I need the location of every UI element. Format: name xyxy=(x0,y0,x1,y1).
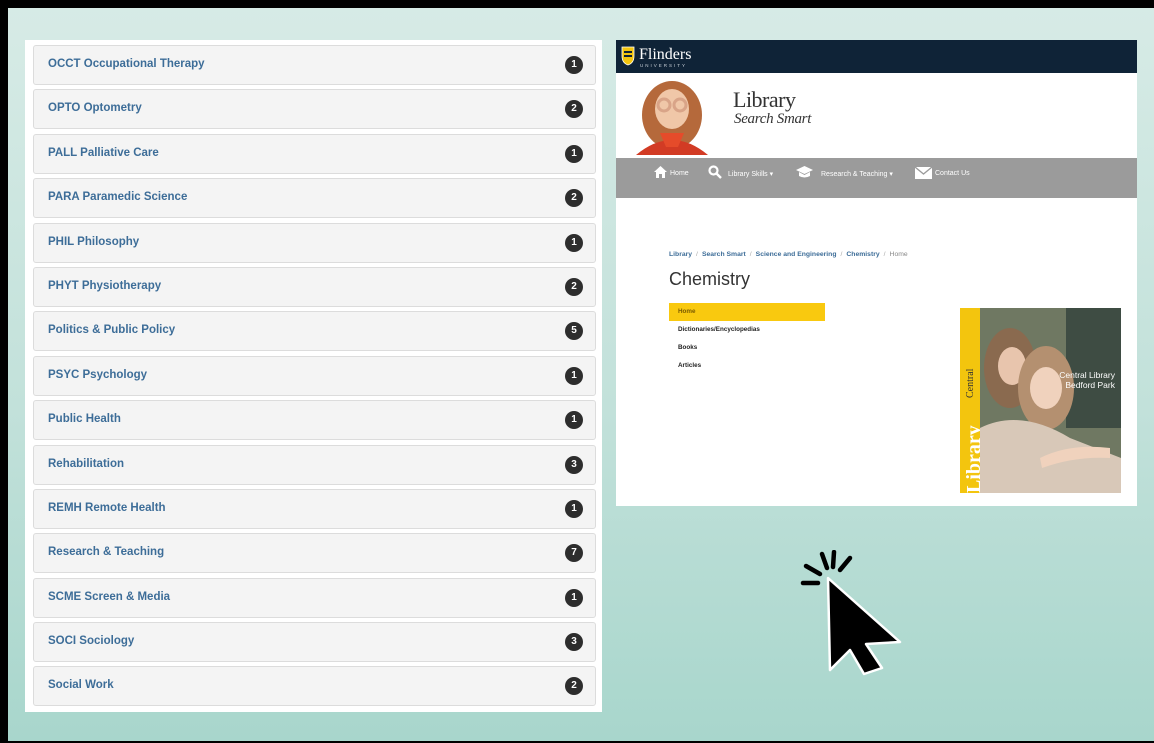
central-library-photo: Central Library Central Library Bedford … xyxy=(960,308,1121,493)
count-badge: 7 xyxy=(565,544,583,563)
brand-name[interactable]: Flinders xyxy=(639,46,691,64)
university-crest-icon xyxy=(621,46,635,66)
count-badge: 5 xyxy=(565,322,583,341)
count-badge: 1 xyxy=(565,366,583,385)
click-cursor-icon xyxy=(800,550,902,676)
subject-label: Research & Teaching xyxy=(48,546,165,559)
nav-home[interactable]: Home xyxy=(670,170,689,177)
breadcrumb-chemistry[interactable]: Chemistry xyxy=(846,251,879,258)
list-item[interactable]: PARA Paramedic Science 2 xyxy=(33,178,596,219)
list-item[interactable]: Rehabilitation 3 xyxy=(33,444,596,485)
subject-label: OCCT Occupational Therapy xyxy=(48,58,205,70)
nav-research-label: Research & Teaching xyxy=(821,171,888,178)
subject-label: SCME Screen & Media xyxy=(48,590,171,603)
subject-label: Public Health xyxy=(48,413,121,426)
envelope-icon xyxy=(915,167,932,179)
list-item[interactable]: OCCT Occupational Therapy 1 xyxy=(33,45,596,85)
count-badge: 3 xyxy=(565,455,583,474)
photo-vertical-word: Central xyxy=(960,369,978,398)
subject-label: PALL Palliative Care xyxy=(48,146,159,159)
count-badge: 2 xyxy=(565,189,583,208)
side-menu-articles[interactable]: Articles xyxy=(669,357,825,375)
list-item[interactable]: Social Work 2 xyxy=(33,666,596,707)
guide-side-menu: Home Dictionaries/Encyclopedias Books Ar… xyxy=(669,303,825,375)
photo-caption-line1: Central Library xyxy=(1059,370,1115,380)
subject-list: OCCT Occupational Therapy 1 OPTO Optometr… xyxy=(25,40,602,712)
count-badge: 2 xyxy=(565,277,583,296)
photo-caption-line2: Bedford Park xyxy=(1065,380,1115,390)
breadcrumb-search-smart[interactable]: Search Smart xyxy=(702,251,746,258)
count-badge: 1 xyxy=(565,56,583,74)
site-nav: Home Library Skills ▾ Research & Teachin… xyxy=(616,158,1137,198)
list-item[interactable]: SCME Screen & Media 1 xyxy=(33,577,596,618)
subject-label: PHYT Physiotherapy xyxy=(48,279,162,292)
library-title: Library xyxy=(733,87,796,112)
count-badge: 1 xyxy=(565,411,583,430)
count-badge: 1 xyxy=(565,233,583,252)
count-badge: 1 xyxy=(565,499,583,518)
subject-label: Rehabilitation xyxy=(48,457,125,470)
subject-label: PARA Paramedic Science xyxy=(48,191,188,204)
brand-subtitle: UNIVERSITY xyxy=(640,63,688,68)
list-item[interactable]: PALL Palliative Care 1 xyxy=(33,133,596,174)
count-badge: 1 xyxy=(565,588,583,607)
count-badge: 2 xyxy=(565,100,583,119)
side-menu-home[interactable]: Home xyxy=(669,303,825,321)
subject-label: SOCI Sociology xyxy=(48,635,135,648)
subject-label: REMH Remote Health xyxy=(48,501,166,514)
count-badge: 2 xyxy=(565,677,583,696)
photo-caption: Central Library Bedford Park xyxy=(1059,370,1115,390)
list-item[interactable]: OPTO Optometry 2 xyxy=(33,89,596,130)
nav-research-teaching[interactable]: Research & Teaching ▾ xyxy=(821,170,893,178)
breadcrumb-library[interactable]: Library xyxy=(669,251,692,258)
list-item[interactable]: Research & Teaching 7 xyxy=(33,533,596,574)
breadcrumb-current: Home xyxy=(889,251,908,258)
students-illustration xyxy=(980,308,1121,493)
list-item[interactable]: SOCI Sociology 3 xyxy=(33,622,596,663)
side-menu-dictionaries[interactable]: Dictionaries/Encyclopedias xyxy=(669,321,825,339)
students-photo: Central Library Bedford Park xyxy=(980,308,1121,493)
list-item[interactable]: Politics & Public Policy 5 xyxy=(33,311,596,352)
subject-label: Social Work xyxy=(48,679,114,692)
breadcrumb-science-engineering[interactable]: Science and Engineering xyxy=(756,251,837,258)
count-badge: 1 xyxy=(565,144,583,163)
site-header-bar: Flinders UNIVERSITY xyxy=(616,40,1137,73)
count-badge: 3 xyxy=(565,633,583,652)
graduation-cap-icon xyxy=(796,166,813,178)
side-menu-books[interactable]: Books xyxy=(669,339,825,357)
list-item[interactable]: PHYT Physiotherapy 2 xyxy=(33,266,596,307)
page-title: Chemistry xyxy=(669,269,751,289)
photo-word-small: Central xyxy=(965,368,976,398)
list-item[interactable]: REMH Remote Health 1 xyxy=(33,488,596,529)
subject-label: PHIL Philosophy xyxy=(48,235,140,248)
site-banner: Library Search Smart xyxy=(616,73,1137,158)
list-item[interactable]: PHIL Philosophy 1 xyxy=(33,222,596,263)
search-icon xyxy=(708,165,722,179)
home-icon xyxy=(654,166,667,178)
list-item[interactable]: Public Health 1 xyxy=(33,400,596,441)
library-subtitle: Search Smart xyxy=(734,111,812,127)
banner-girl-image xyxy=(620,75,722,155)
nav-library-skills-label: Library Skills xyxy=(728,171,768,178)
subject-label: OPTO Optometry xyxy=(48,102,142,115)
nav-library-skills[interactable]: Library Skills ▾ xyxy=(728,170,773,178)
subject-label: Politics & Public Policy xyxy=(48,324,176,337)
subject-label: PSYC Psychology xyxy=(48,368,148,381)
breadcrumb: Library / Search Smart / Science and Enginee… xyxy=(669,251,908,258)
library-site-screenshot: Flinders UNIVERSITY Library Search Smart… xyxy=(616,40,1137,506)
nav-contact-us[interactable]: Contact Us xyxy=(935,170,970,177)
list-item[interactable]: PSYC Psychology 1 xyxy=(33,355,596,396)
